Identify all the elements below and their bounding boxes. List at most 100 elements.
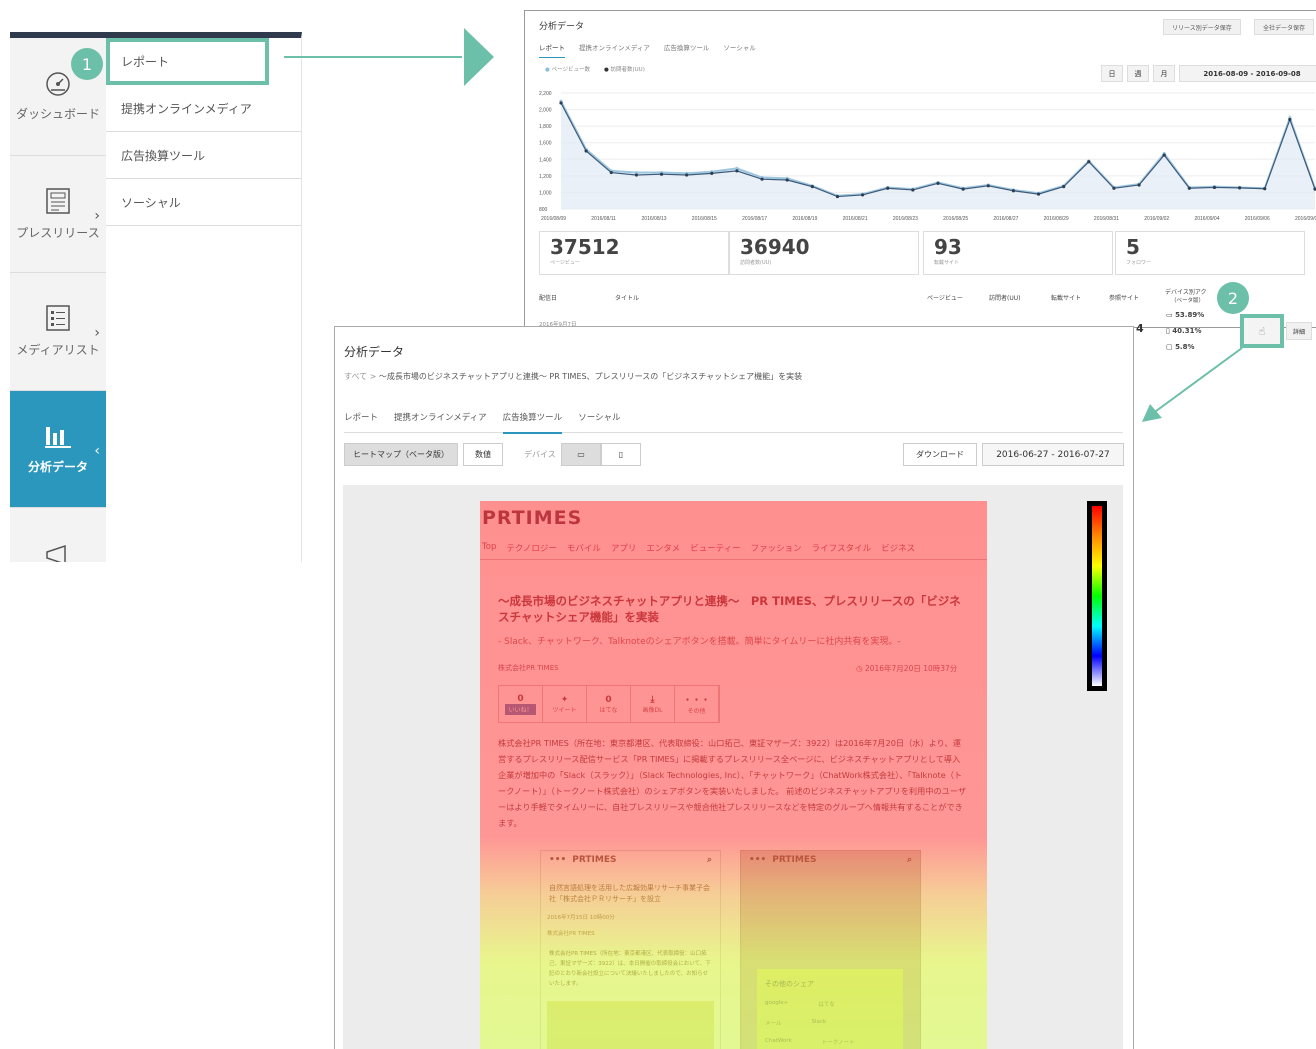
preview-nav-item[interactable]: テクノロジー (506, 542, 557, 554)
share-buttons: 0 いいね！ ✦ ツイート 0 はてな ⤓ 画像DL ・・・ その他 (498, 685, 720, 723)
share-like-button[interactable]: 0 いいね！ (499, 686, 543, 722)
sidebar-item-analytics[interactable]: ‹ 分析データ (10, 390, 106, 508)
data-point (986, 184, 990, 188)
device-pc-button[interactable]: ▭ (561, 443, 601, 466)
share-slack[interactable]: Slack (812, 1019, 827, 1027)
share-hatena[interactable]: はてな (818, 1000, 835, 1008)
share-mail[interactable]: メール (765, 1019, 782, 1027)
x-tick-label: 2016/08/15 (692, 216, 717, 222)
stat-label: 転載サイト (934, 260, 960, 266)
phone-header: ••• PRTIMES ⌕ (541, 851, 720, 869)
sidebar-item-press-release[interactable]: › プレスリリース (10, 156, 106, 273)
tab-partner-media[interactable]: 提携オンラインメディア (394, 411, 487, 432)
legend-label: ページビュー数 (551, 67, 590, 73)
data-point (559, 101, 563, 105)
share-count: 0 (605, 694, 612, 705)
divider (480, 559, 987, 560)
y-tick-label: 1,200 (539, 174, 552, 180)
submenu-item-label: レポート (121, 54, 170, 69)
prtimes-logo: PRTIMES (572, 855, 617, 865)
tab-ad-tool[interactable]: 広告換算ツール (664, 42, 710, 58)
preview-nav-item[interactable]: ビジネス (881, 542, 915, 554)
numeric-mode-button[interactable]: 数値 (463, 443, 503, 466)
preview-nav-item[interactable]: エンタメ (646, 542, 680, 554)
share-popup: その他のシェア google+ はてな メール Slack ChatWork トークノ… (757, 969, 903, 1049)
share-talknote[interactable]: トークノート (822, 1038, 855, 1046)
data-point (785, 178, 789, 182)
submenu-item-label: ソーシャル (121, 195, 181, 210)
smartphone-icon: ▯ (1166, 327, 1170, 335)
sidebar-item-campaign[interactable] (10, 508, 106, 562)
article-subhead: - Slack、チャットワーク、Talknoteのシェアボタンを搭載。簡単にタイ… (498, 637, 901, 647)
data-point (710, 171, 714, 175)
sidebar-item-label: メディアリスト (16, 343, 100, 358)
phone-screenshot-2: ••• PRTIMES ⌕ その他のシェア google+ はてな メール Slack … (740, 850, 921, 1049)
preview-nav-item[interactable]: Top (482, 542, 496, 554)
device-sp-button[interactable]: ▯ (601, 443, 641, 466)
preview-nav-item[interactable]: アプリ (611, 542, 637, 554)
tab-ad-tool[interactable]: 広告換算ツール (502, 411, 563, 434)
legend-item[interactable]: ● 訪問者数(UU) (604, 65, 645, 73)
x-tick-label: 2016/08/21 (843, 216, 868, 222)
data-point (685, 173, 689, 177)
preview-nav-item[interactable]: モバイル (567, 542, 601, 554)
heatmap-panel: 分析データ すべて > 〜成長市場のビジネスチャットアプリと連携〜 PR TIM… (334, 326, 1134, 1049)
period-day-button[interactable]: 日 (1101, 65, 1123, 82)
date-range-picker[interactable]: 2016-06-27 - 2016-07-27 (982, 443, 1124, 466)
date-range-picker[interactable]: 2016-08-09 - 2016-09-08 (1179, 65, 1316, 82)
bar-chart-icon (43, 423, 73, 452)
download-button[interactable]: ダウンロード (903, 443, 977, 466)
tab-report[interactable]: レポート (539, 42, 565, 58)
table-cell-value: 4 (1136, 322, 1144, 335)
article-date: ◷ 2016年7月20日 10時37分 (856, 663, 957, 674)
preview-nav-item[interactable]: ビューティー (690, 542, 741, 554)
share-hatena-button[interactable]: 0 はてな (587, 686, 631, 722)
detail-button[interactable]: 詳細 (1286, 322, 1312, 340)
heatmap-button[interactable]: ☝ (1240, 314, 1284, 348)
device-share-value: 40.31% (1172, 327, 1202, 335)
breadcrumb: すべて > 〜成長市場のビジネスチャットアプリと連携〜 PR TIMES、プレス… (344, 371, 802, 382)
smartphone-icon: ▯ (618, 450, 624, 459)
phone-title: 自然言語処理を活用した広報効果リサーチ事業子会社「株式会社ＰＲリサーチ」を設立 (549, 884, 710, 903)
submenu-item-social[interactable]: ソーシャル (106, 179, 301, 226)
tab-partner-media[interactable]: 提携オンラインメディア (579, 42, 650, 58)
data-point (584, 149, 588, 153)
data-point (886, 186, 890, 190)
sidebar-item-media-list[interactable]: › メディアリスト (10, 273, 106, 391)
data-point (1288, 117, 1292, 122)
y-tick-label: 1,400 (539, 157, 552, 163)
share-more-button[interactable]: ・・・ その他 (675, 686, 719, 722)
share-chatwork[interactable]: ChatWork (765, 1038, 792, 1046)
breadcrumb-current: 〜成長市場のビジネスチャットアプリと連携〜 PR TIMES、プレスリリースの「… (378, 372, 803, 381)
data-point (735, 169, 739, 173)
tab-social[interactable]: ソーシャル (578, 411, 620, 432)
submenu-item-ad-tool[interactable]: 広告換算ツール (106, 132, 301, 179)
device-share-sp: ▯ 40.31% (1166, 323, 1204, 339)
period-month-button[interactable]: 月 (1153, 65, 1175, 82)
submenu-item-report[interactable]: レポート (106, 38, 269, 85)
share-google-plus[interactable]: google+ (765, 1000, 788, 1008)
data-point (961, 187, 965, 191)
legend-item[interactable]: ● ページビュー数 (545, 65, 590, 73)
period-week-button[interactable]: 週 (1127, 65, 1149, 82)
tab-report[interactable]: レポート (344, 411, 378, 432)
y-tick-label: 1,600 (539, 141, 552, 147)
clock-icon: ◷ (856, 664, 863, 673)
heatmap-mode-button[interactable]: ヒートマップ（ベータ版） (344, 443, 458, 466)
all-data-save-button[interactable]: 全社データ保存 (1254, 19, 1315, 35)
column-header: デバイス別アク (1165, 289, 1207, 296)
breadcrumb-root[interactable]: すべて (344, 372, 367, 381)
submenu-item-partner-media[interactable]: 提携オンラインメディア (106, 85, 301, 132)
preview-nav-item[interactable]: ファッション (751, 542, 802, 554)
x-tick-label: 2016/09/02 (1144, 216, 1169, 222)
share-image-dl-button[interactable]: ⤓ 画像DL (631, 686, 675, 722)
twitter-icon: ✦ (560, 694, 569, 705)
search-icon: ⌕ (906, 855, 912, 865)
data-point (760, 177, 764, 181)
release-data-save-button[interactable]: リリース別データ保存 (1163, 19, 1241, 35)
preview-nav-item[interactable]: ライフスタイル (812, 542, 872, 554)
popup-title: その他のシェア (765, 980, 814, 988)
share-tweet-button[interactable]: ✦ ツイート (543, 686, 587, 722)
x-tick-label: 2016/08/19 (792, 216, 817, 222)
tab-social[interactable]: ソーシャル (723, 42, 755, 58)
